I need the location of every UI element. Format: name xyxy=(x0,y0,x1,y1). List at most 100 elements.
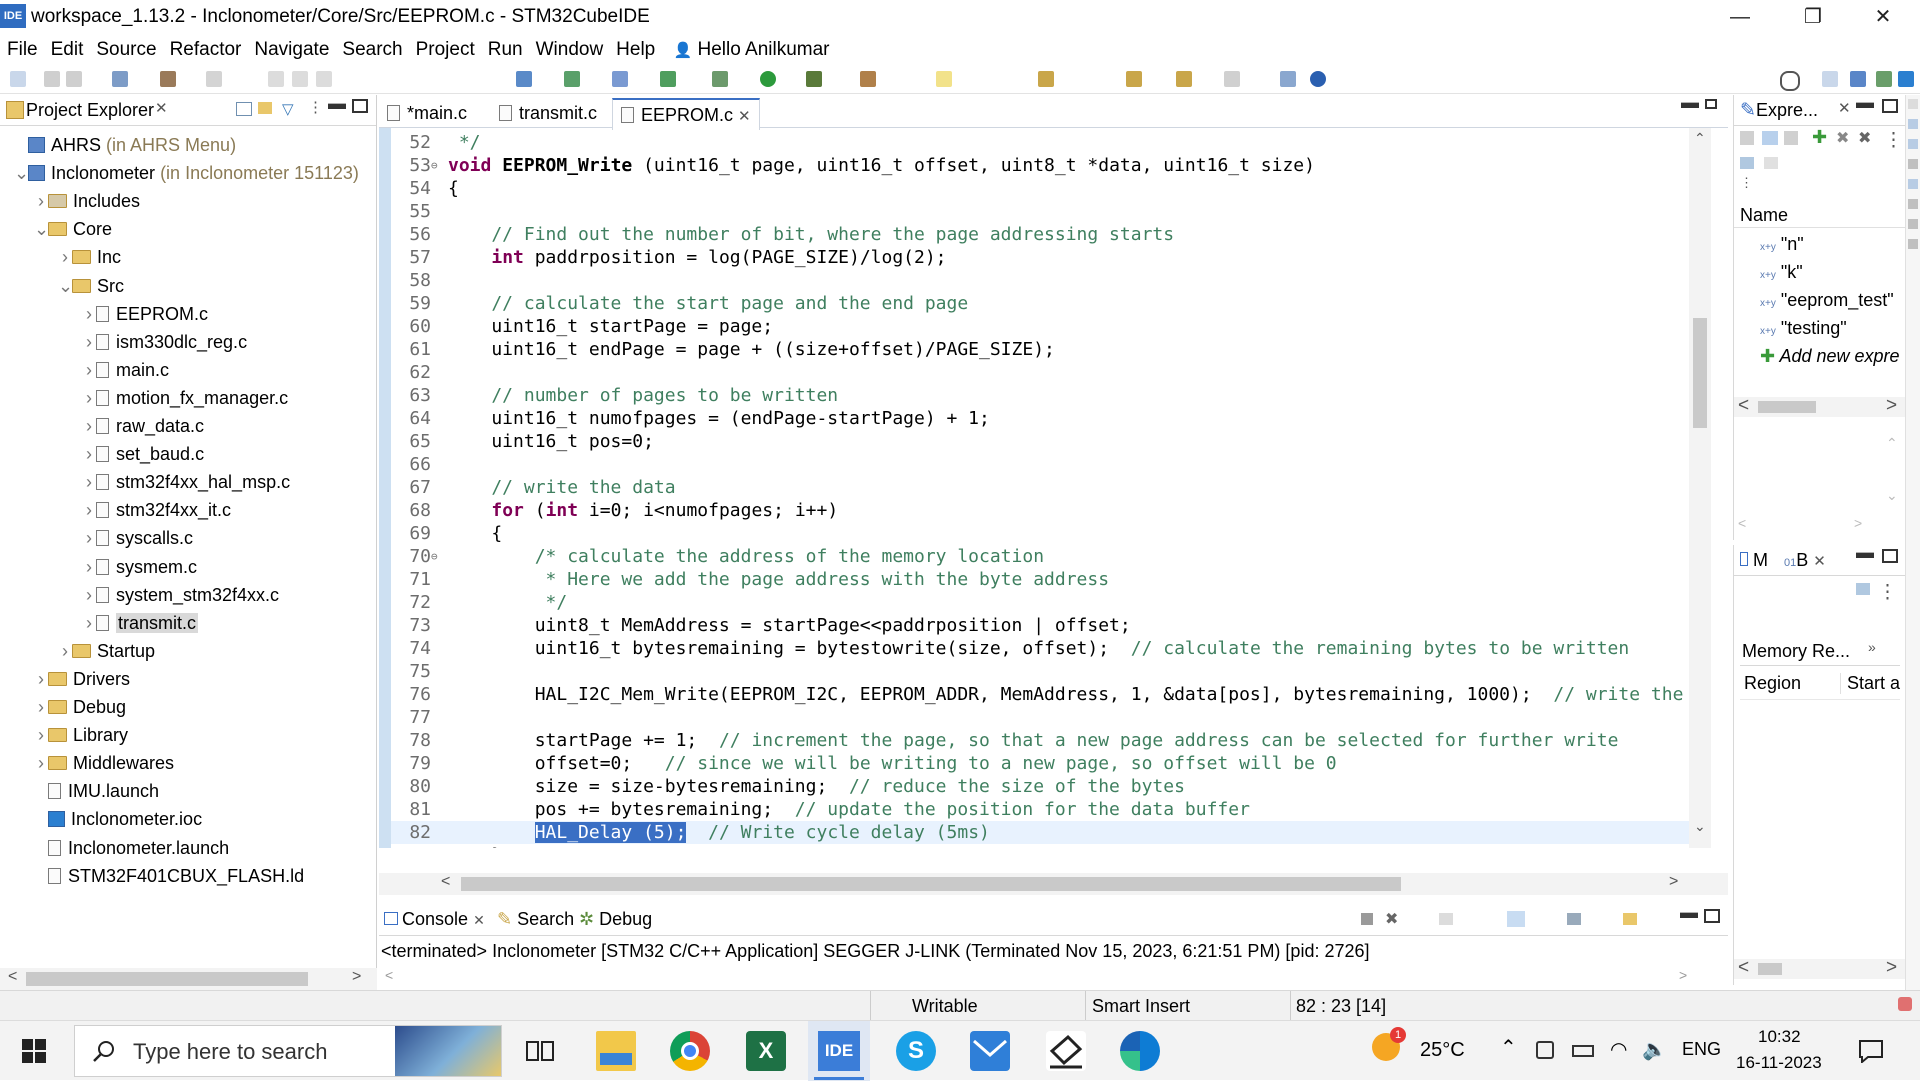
scroll-up-icon[interactable]: ⌃ xyxy=(1886,435,1898,452)
expressions-tab[interactable]: ✎ Expre... ✕ ▬ xyxy=(1734,92,1905,126)
tree-item[interactable]: › Drivers xyxy=(0,665,376,693)
tab-debug[interactable]: ✲ Debug xyxy=(579,909,652,930)
back-icon[interactable] xyxy=(1126,71,1142,87)
tab-console[interactable]: Console ✕ xyxy=(384,909,485,930)
close-icon[interactable]: ✕ xyxy=(1838,99,1851,117)
clear-console-icon[interactable] xyxy=(1439,913,1453,925)
chevron-right-icon[interactable]: › xyxy=(82,356,96,384)
scroll-thumb[interactable] xyxy=(26,972,308,986)
external-tools-icon[interactable] xyxy=(712,71,728,87)
terminate-icon[interactable] xyxy=(316,71,332,87)
memory-hscrollbar[interactable]: < > xyxy=(1734,957,1906,979)
code-line[interactable]: 79 offset=0; // since we will be writing… xyxy=(391,752,1697,775)
build-icon[interactable] xyxy=(160,71,176,87)
memory-regions-tab[interactable]: Memory Re... » xyxy=(1740,637,1900,666)
menu-source[interactable]: Source xyxy=(89,36,162,64)
chevron-right-icon[interactable]: › xyxy=(82,468,96,496)
code-area[interactable]: 52 */53 ⊖ void EEPROM_Write (uint16_t page… xyxy=(391,128,1697,848)
chevron-right-icon[interactable]: › xyxy=(82,581,96,609)
wifi-icon[interactable]: ◠ xyxy=(1610,1037,1627,1062)
notification-center-icon[interactable] xyxy=(1858,1039,1884,1063)
speaker-icon[interactable]: 🔈 xyxy=(1642,1037,1667,1062)
tree-item[interactable]: › Startup xyxy=(0,637,376,665)
maximize-view-icon[interactable] xyxy=(1882,549,1898,563)
nav-back-icon[interactable] xyxy=(1176,71,1192,87)
close-button[interactable]: ✕ xyxy=(1853,0,1913,36)
tree-item[interactable]: › transmit.c xyxy=(0,609,376,637)
menu-refactor[interactable]: Refactor xyxy=(163,36,248,64)
tree-item[interactable]: Inclonometer.ioc xyxy=(0,805,376,833)
chevron-right-icon[interactable]: › xyxy=(82,524,96,552)
remove-launch-icon[interactable]: ✖ xyxy=(1385,909,1398,929)
maximize-view-icon[interactable] xyxy=(1705,99,1717,109)
debug-perspective-icon[interactable] xyxy=(1876,71,1892,87)
chevron-right-icon[interactable]: › xyxy=(82,328,96,356)
maximize-view-icon[interactable] xyxy=(352,99,368,113)
collapse-icon[interactable] xyxy=(1740,131,1754,145)
chevron-right-icon[interactable]: › xyxy=(58,243,72,271)
scroll-down-icon[interactable]: ⌄ xyxy=(1694,818,1706,835)
code-line[interactable]: 83 } xyxy=(391,844,1697,848)
tree-item[interactable]: › Debug xyxy=(0,693,376,721)
minimize-view-icon[interactable]: ▬ xyxy=(328,93,346,114)
chevron-right-icon[interactable]: › xyxy=(82,496,96,524)
view-menu-icon[interactable]: ⋮ xyxy=(1740,175,1753,191)
chevron-down-icon[interactable]: ⌄ xyxy=(14,159,29,187)
export-icon[interactable] xyxy=(1740,157,1754,169)
tree-item[interactable]: › Library xyxy=(0,721,376,749)
chevron-right-icon[interactable]: › xyxy=(34,749,48,777)
tree-item[interactable]: ⌄ Core xyxy=(0,215,376,243)
view-menu-icon[interactable]: ⋮ xyxy=(1884,129,1903,152)
chrome-icon[interactable] xyxy=(670,1031,710,1071)
scroll-up-icon[interactable]: ⌃ xyxy=(1694,130,1706,147)
link-editor-icon[interactable] xyxy=(258,102,272,114)
open-console-icon[interactable] xyxy=(1623,913,1637,925)
debug-icon[interactable] xyxy=(806,71,822,87)
code-line[interactable]: 82 HAL_Delay (5); // Write cycle delay (… xyxy=(391,821,1697,844)
tree-item[interactable]: IMU.launch xyxy=(0,777,376,805)
code-line[interactable]: 57 int paddrposition = log(PAGE_SIZE)/lo… xyxy=(391,246,1697,269)
scroll-thumb[interactable] xyxy=(1693,318,1707,428)
close-icon[interactable]: ✕ xyxy=(155,99,168,117)
cubeide-task-active[interactable]: IDE xyxy=(808,1021,870,1081)
tree-item[interactable]: › Includes xyxy=(0,187,376,215)
view-icon[interactable] xyxy=(1908,119,1918,129)
filter-icon[interactable]: ▽ xyxy=(282,100,294,118)
code-line[interactable]: 66 xyxy=(391,453,1697,476)
terminate-icon[interactable] xyxy=(1361,913,1373,925)
view-icon[interactable] xyxy=(1908,179,1918,189)
tree-item[interactable]: › Inc xyxy=(0,243,376,271)
tree-item[interactable]: Inclonometer.launch xyxy=(0,834,376,862)
tree-item[interactable]: STM32F401CBUX_FLASH.ld xyxy=(0,862,376,890)
collapse-all-icon[interactable] xyxy=(236,102,252,116)
code-line[interactable]: 74 uint16_t bytesremaining = bytestowrit… xyxy=(391,637,1697,660)
insert-mode-status[interactable]: Smart Insert xyxy=(1092,996,1190,1017)
chevron-right-icon[interactable]: › xyxy=(82,440,96,468)
clean-icon[interactable] xyxy=(206,71,222,87)
scroll-thumb[interactable] xyxy=(461,877,1401,891)
editor-horizontal-scrollbar[interactable]: < > xyxy=(379,873,1728,895)
notification-icon[interactable] xyxy=(1898,997,1912,1011)
tree-item[interactable]: AHRS (in AHRS Menu) xyxy=(0,131,376,159)
nav-forward-icon[interactable] xyxy=(1224,71,1240,87)
chevron-right-icon[interactable]: › xyxy=(34,721,48,749)
refresh-icon[interactable] xyxy=(1856,583,1870,595)
menu-search[interactable]: Search xyxy=(335,36,408,64)
close-icon[interactable]: ✕ xyxy=(1813,553,1826,570)
scroll-left-icon[interactable]: < xyxy=(441,873,450,891)
file-explorer-icon[interactable] xyxy=(596,1031,636,1071)
suspend-icon[interactable] xyxy=(292,71,308,87)
column-region[interactable]: Region xyxy=(1744,673,1801,694)
app-pen-icon[interactable] xyxy=(1046,1031,1086,1071)
menu-navigate[interactable]: Navigate xyxy=(247,36,335,64)
tree-item[interactable]: › raw_data.c xyxy=(0,412,376,440)
tab-eeprom-c[interactable]: EEPROM.c ✕ xyxy=(612,98,760,130)
chevron-up-icon[interactable]: ⌃ xyxy=(1500,1035,1517,1060)
chevron-right-icon[interactable]: › xyxy=(34,665,48,693)
close-icon[interactable]: ✕ xyxy=(738,108,751,125)
tree-item[interactable]: › stm32f4xx_hal_msp.c xyxy=(0,468,376,496)
project-explorer-tab[interactable]: Project Explorer ✕ ▽ ⋮ ▬ xyxy=(0,93,376,126)
display-console-icon[interactable] xyxy=(1567,913,1581,925)
code-line[interactable]: 73 uint8_t MemAddress = startPage<<paddr… xyxy=(391,614,1697,637)
tree-item[interactable]: ⌄ Inclonometer (in Inclonometer 151123) xyxy=(0,159,376,187)
